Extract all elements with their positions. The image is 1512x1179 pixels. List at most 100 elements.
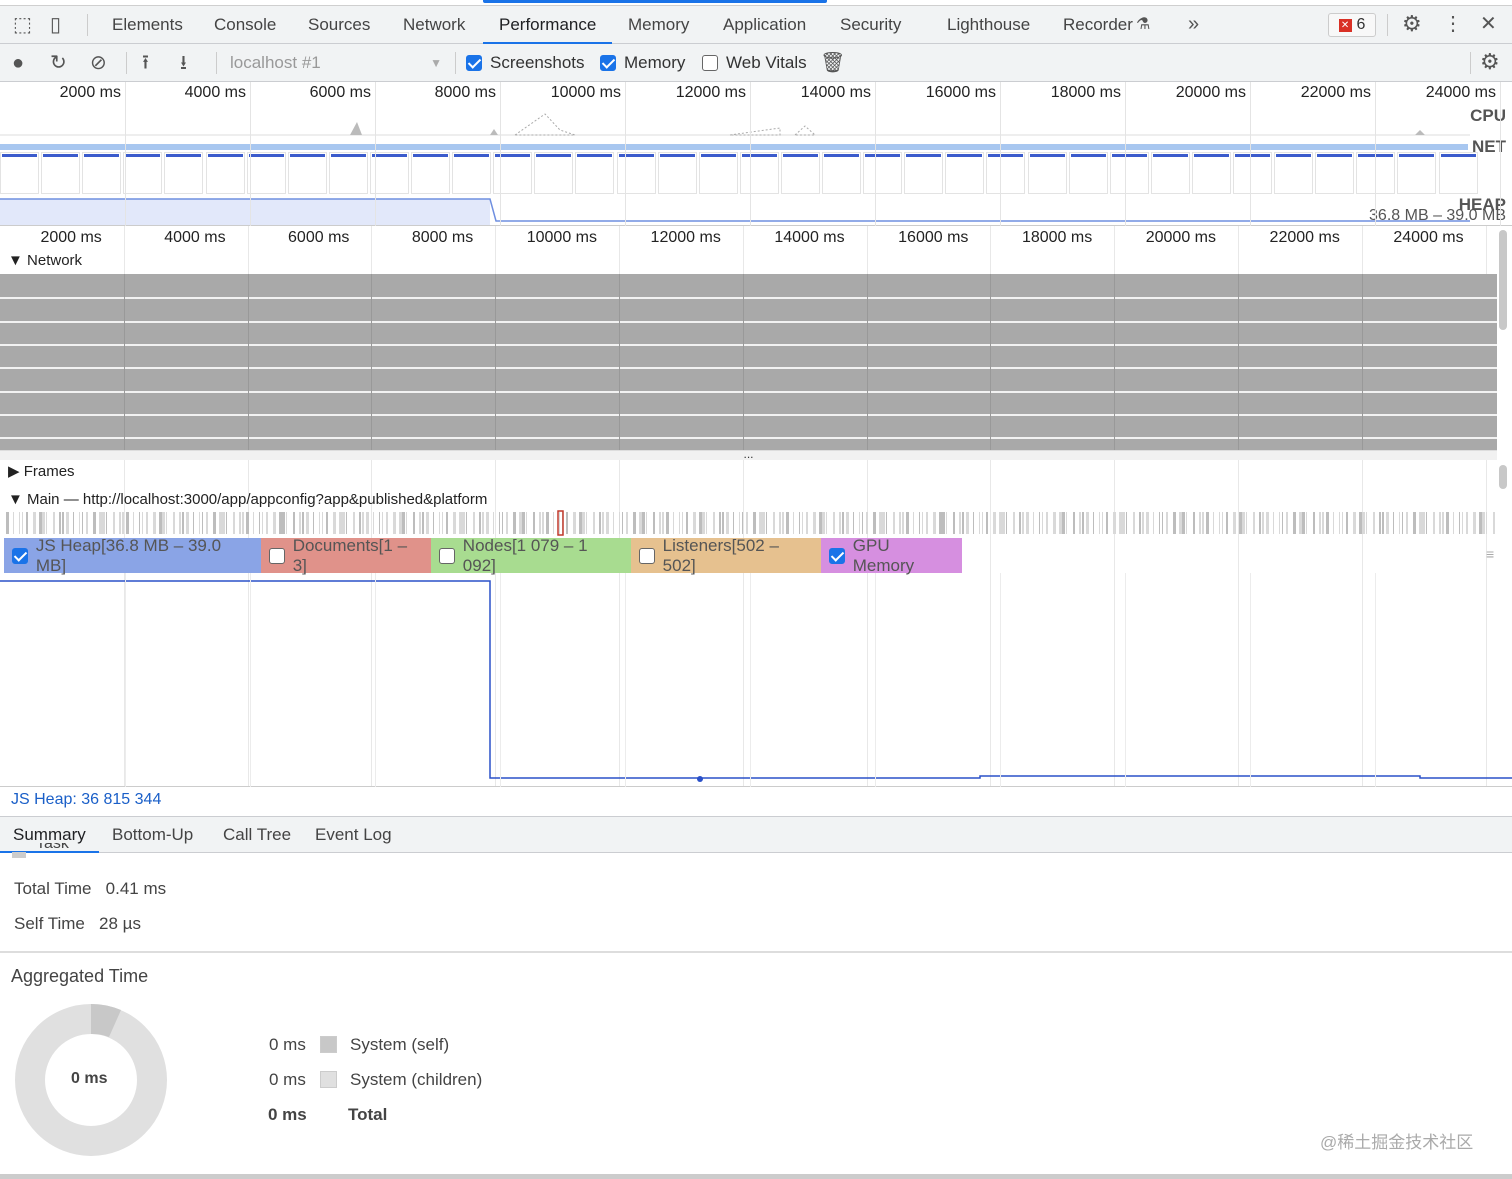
task-bar xyxy=(359,512,361,534)
screenshot-thumbnail[interactable] xyxy=(698,152,738,194)
task-bar xyxy=(522,512,525,534)
checkbox[interactable] xyxy=(12,547,28,564)
target-select[interactable]: localhost #1 ▼ xyxy=(230,44,442,82)
screenshot-thumbnail[interactable] xyxy=(780,152,820,194)
trash-icon[interactable]: 🗑 xyxy=(820,53,845,73)
more-options-icon[interactable]: ⋮ xyxy=(1443,14,1463,34)
drag-handle-icon[interactable]: ≡ xyxy=(1486,546,1494,562)
frames-track-header[interactable]: ▶ Frames xyxy=(8,462,75,480)
screenshot-thumbnail[interactable] xyxy=(82,152,122,194)
settings-gear-icon[interactable]: ⚙ xyxy=(1402,13,1422,35)
timeline-overview[interactable]: CPU NET HEAP 36.8 MB – 39.0 MB 2000 ms 40… xyxy=(0,82,1512,226)
tab-bottom-up[interactable]: Bottom-Up xyxy=(99,817,206,853)
more-tabs-icon[interactable]: » xyxy=(1188,14,1199,34)
network-track-rows[interactable] xyxy=(0,274,1497,450)
screenshot-thumbnail[interactable] xyxy=(616,152,656,194)
screenshot-thumbnail[interactable] xyxy=(1315,152,1355,194)
screenshot-thumbnail[interactable] xyxy=(1191,152,1231,194)
counter-checkbox-2[interactable]: Nodes[1 079 – 1 092] xyxy=(431,536,631,575)
screenshot-thumbnail[interactable] xyxy=(1150,152,1190,194)
track-resize-handle[interactable]: ... xyxy=(0,448,1497,460)
tab-security[interactable]: Security xyxy=(824,6,917,44)
grid-line xyxy=(1238,274,1239,450)
web-vitals-checkbox[interactable]: Web Vitals xyxy=(702,44,807,82)
screenshots-checkbox[interactable]: Screenshots xyxy=(466,44,585,82)
screenshot-thumbnail[interactable] xyxy=(739,152,779,194)
main-track-header[interactable]: ▼ Main — http://localhost:3000/app/appco… xyxy=(8,491,487,508)
main-scrollbar[interactable] xyxy=(1499,465,1507,489)
tab-lighthouse[interactable]: Lighthouse xyxy=(931,6,1046,44)
screenshot-thumbnail[interactable] xyxy=(246,152,286,194)
main-thread-tasks[interactable] xyxy=(4,510,1496,536)
record-icon[interactable]: ● xyxy=(12,53,24,73)
screenshot-thumbnail[interactable] xyxy=(205,152,245,194)
checkbox[interactable] xyxy=(639,547,655,564)
screenshot-thumbnail[interactable] xyxy=(1397,152,1437,194)
overview-tick-label: 16000 ms xyxy=(925,84,996,101)
tab-application[interactable]: Application xyxy=(707,6,822,44)
screenshot-thumbnail[interactable] xyxy=(328,152,368,194)
tab-elements[interactable]: Elements xyxy=(96,6,199,44)
screenshot-thumbnail[interactable] xyxy=(657,152,697,194)
tab-console[interactable]: Console xyxy=(198,6,292,44)
screenshot-thumbnail[interactable] xyxy=(986,152,1026,194)
counter-checkbox-3[interactable]: Listeners[502 – 502] xyxy=(631,536,821,575)
network-track-header[interactable]: ▼ Network xyxy=(8,252,82,269)
screenshot-thumbnail[interactable] xyxy=(1233,152,1272,194)
cpu-chart xyxy=(0,113,1470,136)
screenshot-thumbnail[interactable] xyxy=(411,152,450,194)
checkbox[interactable] xyxy=(829,547,845,564)
screenshot-thumbnail[interactable] xyxy=(452,152,492,194)
screenshot-thumbnail[interactable] xyxy=(1438,152,1478,194)
task-bar xyxy=(1266,512,1269,534)
device-toolbar-icon[interactable]: ▯ xyxy=(50,15,61,35)
task-bar xyxy=(699,512,702,534)
screenshot-thumbnail[interactable] xyxy=(123,152,163,194)
upload-profile-icon[interactable]: ⭱ xyxy=(142,53,149,73)
counter-checkbox-0[interactable]: JS Heap[36.8 MB – 39.0 MB] xyxy=(4,536,261,575)
checkbox[interactable] xyxy=(702,55,718,71)
reload-record-icon[interactable]: ↻ xyxy=(50,53,67,73)
tab-performance[interactable]: Performance xyxy=(483,6,613,44)
error-icon: ✕ xyxy=(1338,18,1352,32)
download-profile-icon[interactable]: ⭳ xyxy=(180,53,187,73)
screenshot-thumbnail[interactable] xyxy=(0,152,39,194)
screenshot-thumbnail[interactable] xyxy=(1109,152,1149,194)
screenshot-thumbnail[interactable] xyxy=(534,152,574,194)
error-badge[interactable]: ✕ 6 xyxy=(1328,13,1376,37)
screenshot-thumbnail[interactable] xyxy=(904,152,944,194)
clear-icon[interactable]: ⊘ xyxy=(90,53,107,73)
counter-checkbox-4[interactable]: GPU Memory xyxy=(821,536,962,575)
task-bar xyxy=(1282,512,1283,534)
inspect-element-icon[interactable]: ⬚ xyxy=(13,15,32,35)
checkbox[interactable] xyxy=(269,547,285,564)
screenshot-thumbnail[interactable] xyxy=(822,152,861,194)
screenshot-thumbnail[interactable] xyxy=(945,152,985,194)
close-icon[interactable]: ✕ xyxy=(1480,14,1497,34)
memory-counter-graph[interactable] xyxy=(0,573,1512,787)
screenshot-thumbnail[interactable] xyxy=(1274,152,1314,194)
tab-call-tree[interactable]: Call Tree xyxy=(210,817,304,853)
tab-memory[interactable]: Memory xyxy=(612,6,705,44)
task-bar xyxy=(1322,512,1324,534)
screenshot-thumbnail[interactable] xyxy=(287,152,327,194)
screenshot-thumbnail[interactable] xyxy=(575,152,615,194)
counter-checkbox-1[interactable]: Documents[1 – 3] xyxy=(261,536,431,575)
screenshot-thumbnail[interactable] xyxy=(1068,152,1108,194)
tab-event-log[interactable]: Event Log xyxy=(302,817,405,853)
capture-settings-gear-icon[interactable]: ⚙ xyxy=(1480,51,1500,73)
checkbox[interactable] xyxy=(439,547,455,564)
checkbox[interactable] xyxy=(600,55,616,71)
tab-network[interactable]: Network xyxy=(387,6,481,44)
tab-sources[interactable]: Sources xyxy=(292,6,386,44)
checkbox[interactable] xyxy=(466,55,482,71)
screenshot-thumbnail[interactable] xyxy=(164,152,204,194)
task-bar xyxy=(766,512,767,534)
memory-checkbox[interactable]: Memory xyxy=(600,44,685,82)
flame-chart-scrollbar[interactable] xyxy=(1499,230,1507,330)
screenshot-thumbnail[interactable] xyxy=(1027,152,1067,194)
screenshot-thumbnail[interactable] xyxy=(863,152,903,194)
screenshot-thumbnail[interactable] xyxy=(41,152,81,194)
tab-recorder[interactable]: Recorder xyxy=(1047,6,1149,44)
grid-line xyxy=(250,82,251,226)
